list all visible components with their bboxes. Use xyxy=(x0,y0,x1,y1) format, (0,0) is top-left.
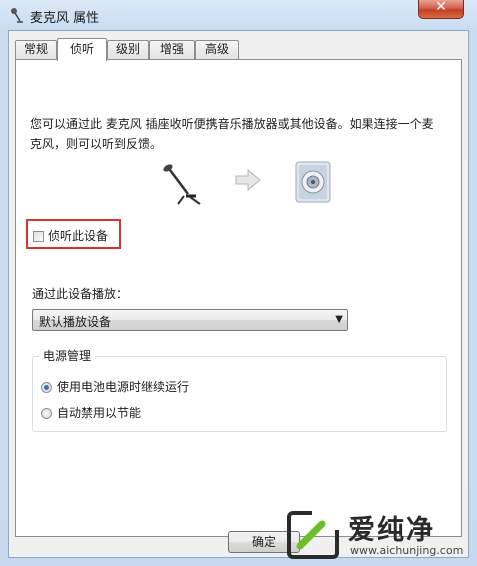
watermark-logo xyxy=(287,510,342,559)
tab-enhancements[interactable]: 增强 xyxy=(149,40,195,59)
listen-tab-panel: 您可以通过此 麦克风 插座收听便携音乐播放器或其他设备。如果连接一个麦 克风，则… xyxy=(15,59,462,537)
playback-device-value: 默认播放设备 xyxy=(39,315,112,329)
window-title: 麦克风 属性 xyxy=(30,11,100,26)
playback-device-select[interactable]: 默认播放设备 ▼ xyxy=(32,309,348,331)
listen-checkbox[interactable] xyxy=(33,231,44,242)
power-management-title: 电源管理 xyxy=(39,347,96,364)
title-bar[interactable]: 麦克风 属性 ✕ xyxy=(0,0,477,30)
watermark-text: 爱纯净 xyxy=(348,515,435,546)
watermark-url: www.aichunjing.com xyxy=(350,544,464,557)
listen-checkbox-label[interactable]: 侦听此设备 xyxy=(48,227,108,244)
dialog-client-area: 常规 侦听 级别 增强 高级 您可以通过此 麦克风 插座收听便携音乐播放器或其他… xyxy=(8,30,469,558)
description-line-1: 您可以通过此 麦克风 插座收听便携音乐播放器或其他设备。如果连接一个麦 xyxy=(30,117,434,131)
radio-auto-disable-label[interactable]: 自动禁用以节能 xyxy=(57,404,141,421)
description-line-2: 克风，则可以听到反馈。 xyxy=(30,137,163,151)
watermark: 爱纯净 www.aichunjing.com xyxy=(278,504,477,566)
radio-continue-on-battery-label[interactable]: 使用电池电源时继续运行 xyxy=(57,378,189,395)
listen-illustration xyxy=(163,161,331,205)
chevron-down-icon: ▼ xyxy=(335,314,343,325)
playback-device-label: 通过此设备播放： xyxy=(32,287,129,301)
tab-levels[interactable]: 级别 xyxy=(107,40,149,59)
microphone-icon xyxy=(163,164,201,205)
tab-general[interactable]: 常规 xyxy=(15,40,57,59)
radio-auto-disable[interactable] xyxy=(41,408,52,419)
properties-window: 麦克风 属性 ✕ 常规 侦听 级别 增强 高级 您可以通过此 麦克风 插座收听便… xyxy=(0,0,477,566)
radio-continue-on-battery[interactable] xyxy=(41,382,52,393)
tab-listen[interactable]: 侦听 xyxy=(57,38,107,61)
microphone-icon xyxy=(11,8,23,23)
close-button[interactable]: ✕ xyxy=(418,0,464,19)
arrow-right-icon xyxy=(235,168,261,192)
listen-description: 您可以通过此 麦克风 插座收听便携音乐播放器或其他设备。如果连接一个麦 克风，则… xyxy=(30,114,450,154)
close-icon: ✕ xyxy=(435,0,447,15)
speaker-icon xyxy=(295,161,331,203)
tab-advanced[interactable]: 高级 xyxy=(195,40,239,59)
